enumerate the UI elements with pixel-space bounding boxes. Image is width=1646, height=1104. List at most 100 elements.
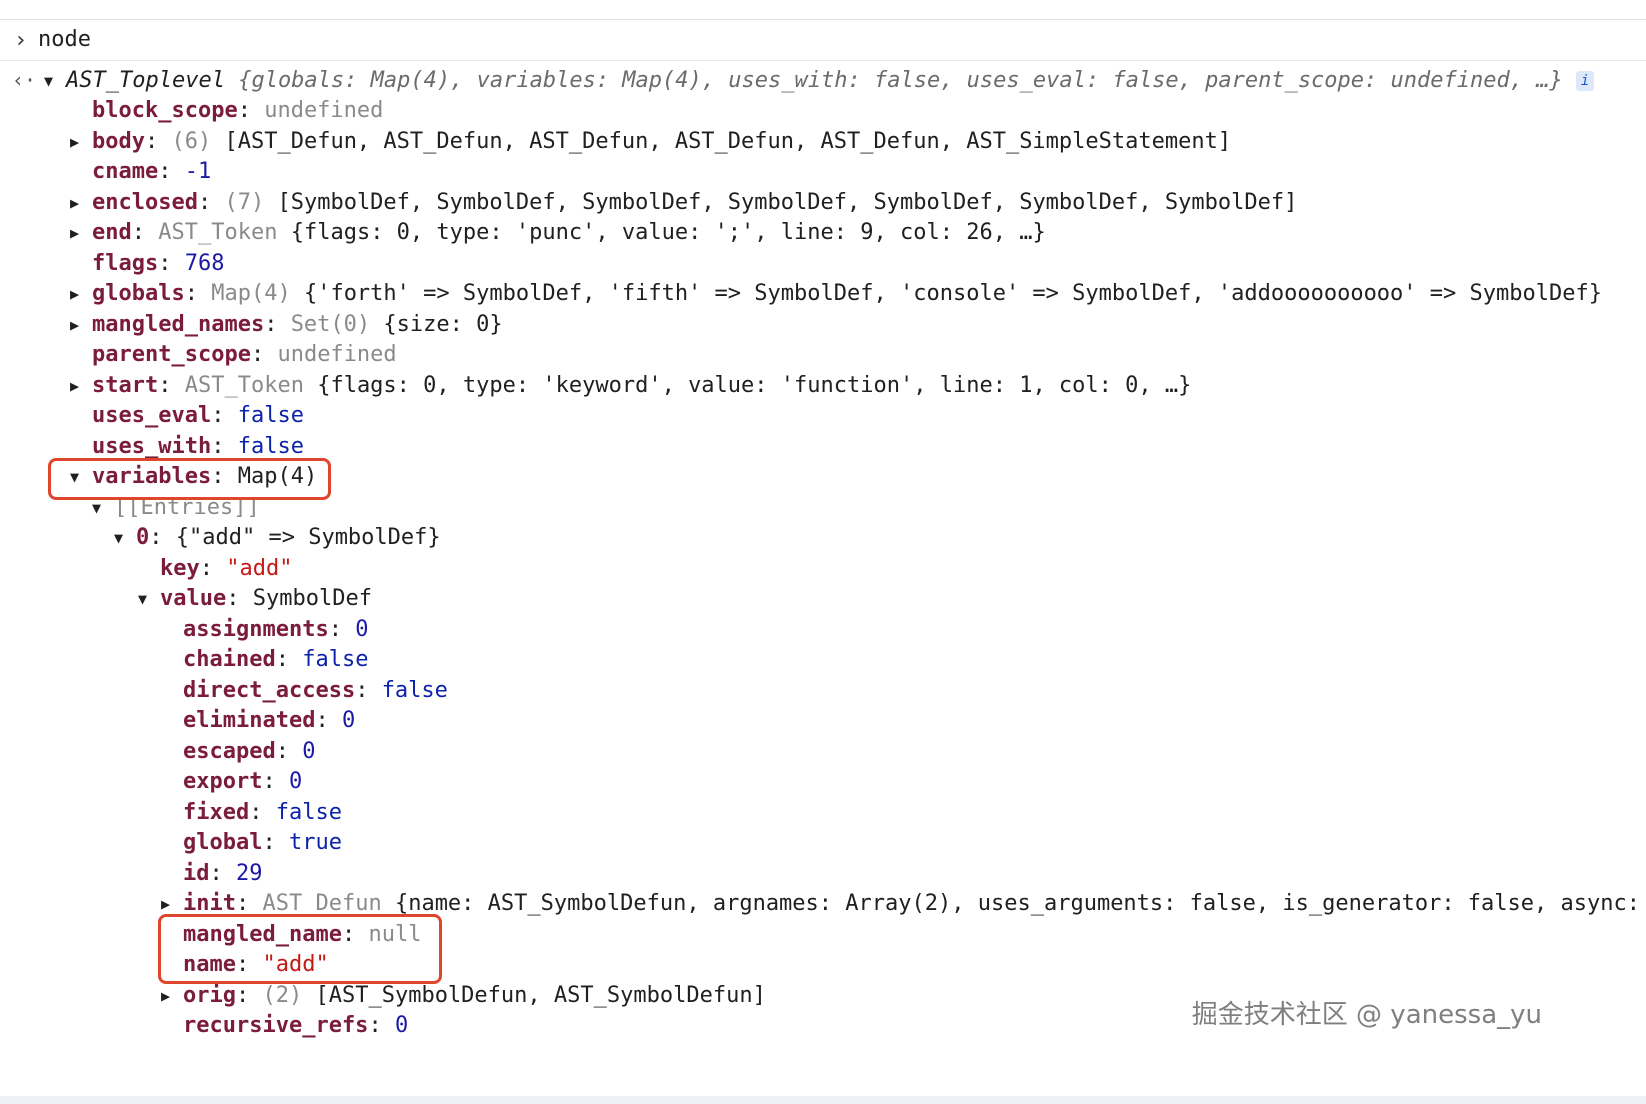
prop-body[interactable]: ▶ body: (6) [AST_Defun, AST_Defun, AST_De…: [70, 127, 1231, 157]
prop-fixed: fixed: false: [183, 800, 342, 825]
prop-value: false: [381, 678, 448, 703]
entry-value[interactable]: ▼ value: SymbolDef: [138, 584, 372, 614]
prop-key: recursive_refs: [183, 1013, 369, 1038]
entry-preview: {"add" => SymbolDef}: [175, 525, 441, 550]
prop-value: [SymbolDef, SymbolDef, SymbolDef, Symbol…: [277, 190, 1298, 215]
object-header[interactable]: ▼ AST_Toplevel {globals: Map(4), variable…: [44, 66, 1594, 96]
prop-id: id: 29: [183, 861, 263, 886]
expand-triangle-icon[interactable]: ▼: [44, 66, 66, 96]
prop-globals[interactable]: ▶ globals: Map(4) {'forth' => SymbolDef, …: [70, 279, 1602, 309]
prop-key: end: [92, 220, 132, 245]
prop-escaped: escaped: 0: [183, 739, 316, 764]
prop-direct-access: direct_access: false: [183, 678, 448, 703]
prop-key: export: [183, 769, 263, 794]
prop-value: true: [288, 830, 342, 855]
watermark: 掘金技术社区 @ yanessa_yu: [1191, 1000, 1542, 1030]
bottom-divider: [0, 1096, 1646, 1104]
prompt-chevron-icon: ›: [14, 28, 28, 53]
prop-orig[interactable]: ▶ orig: (2) [AST_SymbolDefun, AST_SymbolD…: [161, 981, 766, 1011]
prop-key: init: [183, 891, 236, 916]
prop-value: [AST_SymbolDefun, AST_SymbolDefun]: [315, 983, 766, 1008]
prop-key: cname: [92, 159, 159, 184]
prop-end[interactable]: ▶ end: AST_Token {flags: 0, type: 'punc',…: [70, 218, 1046, 248]
collapse-triangle-icon[interactable]: ▼: [114, 523, 136, 553]
command-value: node: [38, 27, 91, 52]
prop-uses-eval: uses_eval: false: [92, 403, 304, 428]
entry-key: key: "add": [160, 556, 293, 581]
prop-cname: cname: -1: [92, 159, 212, 184]
top-divider: [0, 19, 1646, 20]
prop-value: {flags: 0, type: 'punc', value: ';', lin…: [290, 220, 1046, 245]
entry-0[interactable]: ▼ 0: {"add" => SymbolDef}: [114, 523, 441, 553]
prop-class: AST_Defun: [262, 891, 382, 916]
prop-recursive-refs: recursive_refs: 0: [183, 1013, 409, 1038]
expand-triangle-icon[interactable]: ▶: [70, 371, 92, 401]
prop-key: escaped: [183, 739, 276, 764]
prop-value: 0: [288, 769, 303, 794]
highlight-box-variables: [48, 458, 331, 500]
prop-key: value: [160, 586, 227, 611]
expand-triangle-icon[interactable]: ▶: [70, 188, 92, 218]
highlight-box-mangled-name: [158, 914, 442, 984]
prop-value: 0: [302, 739, 316, 764]
prop-key: key: [160, 556, 200, 581]
prop-key: flags: [92, 251, 159, 276]
prop-flags: flags: 768: [92, 251, 225, 276]
prop-class: Set(0): [290, 312, 371, 337]
prop-value: [AST_Defun, AST_Defun, AST_Defun, AST_De…: [224, 129, 1232, 154]
prop-value: 768: [184, 251, 225, 276]
prop-key: uses_eval: [92, 403, 212, 428]
prop-value: false: [237, 434, 304, 459]
prop-key: start: [92, 373, 159, 398]
expand-triangle-icon[interactable]: ▶: [70, 310, 92, 340]
collapse-triangle-icon[interactable]: ▼: [138, 584, 160, 614]
prop-value: "add": [226, 556, 293, 581]
command-text: node: [38, 25, 91, 55]
prop-value: SymbolDef: [252, 586, 372, 611]
prop-count: (2): [262, 983, 303, 1008]
prop-parent-scope: parent_scope: undefined: [92, 342, 397, 367]
prop-class: Map(4): [211, 281, 291, 306]
prop-key: parent_scope: [92, 342, 251, 367]
prop-value: -1: [184, 159, 212, 184]
entry-index: 0: [136, 525, 150, 550]
prop-key: mangled_names: [92, 312, 265, 337]
prop-value: undefined: [277, 342, 397, 367]
prop-value: {name: AST_SymbolDefun, argnames: Array(…: [394, 891, 1640, 916]
prop-value: 0: [355, 617, 369, 642]
prop-enclosed[interactable]: ▶ enclosed: (7) [SymbolDef, SymbolDef, Sy…: [70, 188, 1297, 218]
prop-value: undefined: [264, 98, 384, 123]
expand-triangle-icon[interactable]: ▶: [161, 981, 183, 1011]
prop-mangled-names[interactable]: ▶ mangled_names: Set(0) {size: 0}: [70, 310, 503, 340]
object-class-name: AST_Toplevel: [66, 68, 225, 93]
prop-key: eliminated: [183, 708, 316, 733]
prop-start[interactable]: ▶ start: AST_Token {flags: 0, type: 'keyw…: [70, 371, 1191, 401]
expand-triangle-icon[interactable]: ▶: [70, 279, 92, 309]
prop-key: orig: [183, 983, 236, 1008]
prop-count: (7): [224, 190, 265, 215]
prop-key: global: [183, 830, 263, 855]
prop-count: (6): [171, 129, 212, 154]
info-icon[interactable]: i: [1575, 71, 1594, 91]
prop-key: id: [183, 861, 210, 886]
prop-global: global: true: [183, 830, 342, 855]
prop-value: {size: 0}: [383, 312, 503, 337]
prop-key: direct_access: [183, 678, 356, 703]
prop-key: chained: [183, 647, 276, 672]
prop-value: 29: [236, 861, 263, 886]
prop-assignments: assignments: 0: [183, 617, 369, 642]
prop-key: enclosed: [92, 190, 198, 215]
prop-value: false: [237, 403, 304, 428]
prop-key: globals: [92, 281, 185, 306]
prop-key: uses_with: [92, 434, 212, 459]
expand-triangle-icon[interactable]: ▶: [70, 127, 92, 157]
prop-key: fixed: [183, 800, 250, 825]
object-preview: {globals: Map(4), variables: Map(4), use…: [238, 68, 1563, 93]
expand-triangle-icon[interactable]: ▶: [70, 218, 92, 248]
prop-value: 0: [341, 708, 356, 733]
prop-key: block_scope: [92, 98, 238, 123]
prop-export: export: 0: [183, 769, 303, 794]
prop-key: assignments: [183, 617, 329, 642]
command-line: [0, 22, 1646, 61]
prop-chained: chained: false: [183, 647, 369, 672]
